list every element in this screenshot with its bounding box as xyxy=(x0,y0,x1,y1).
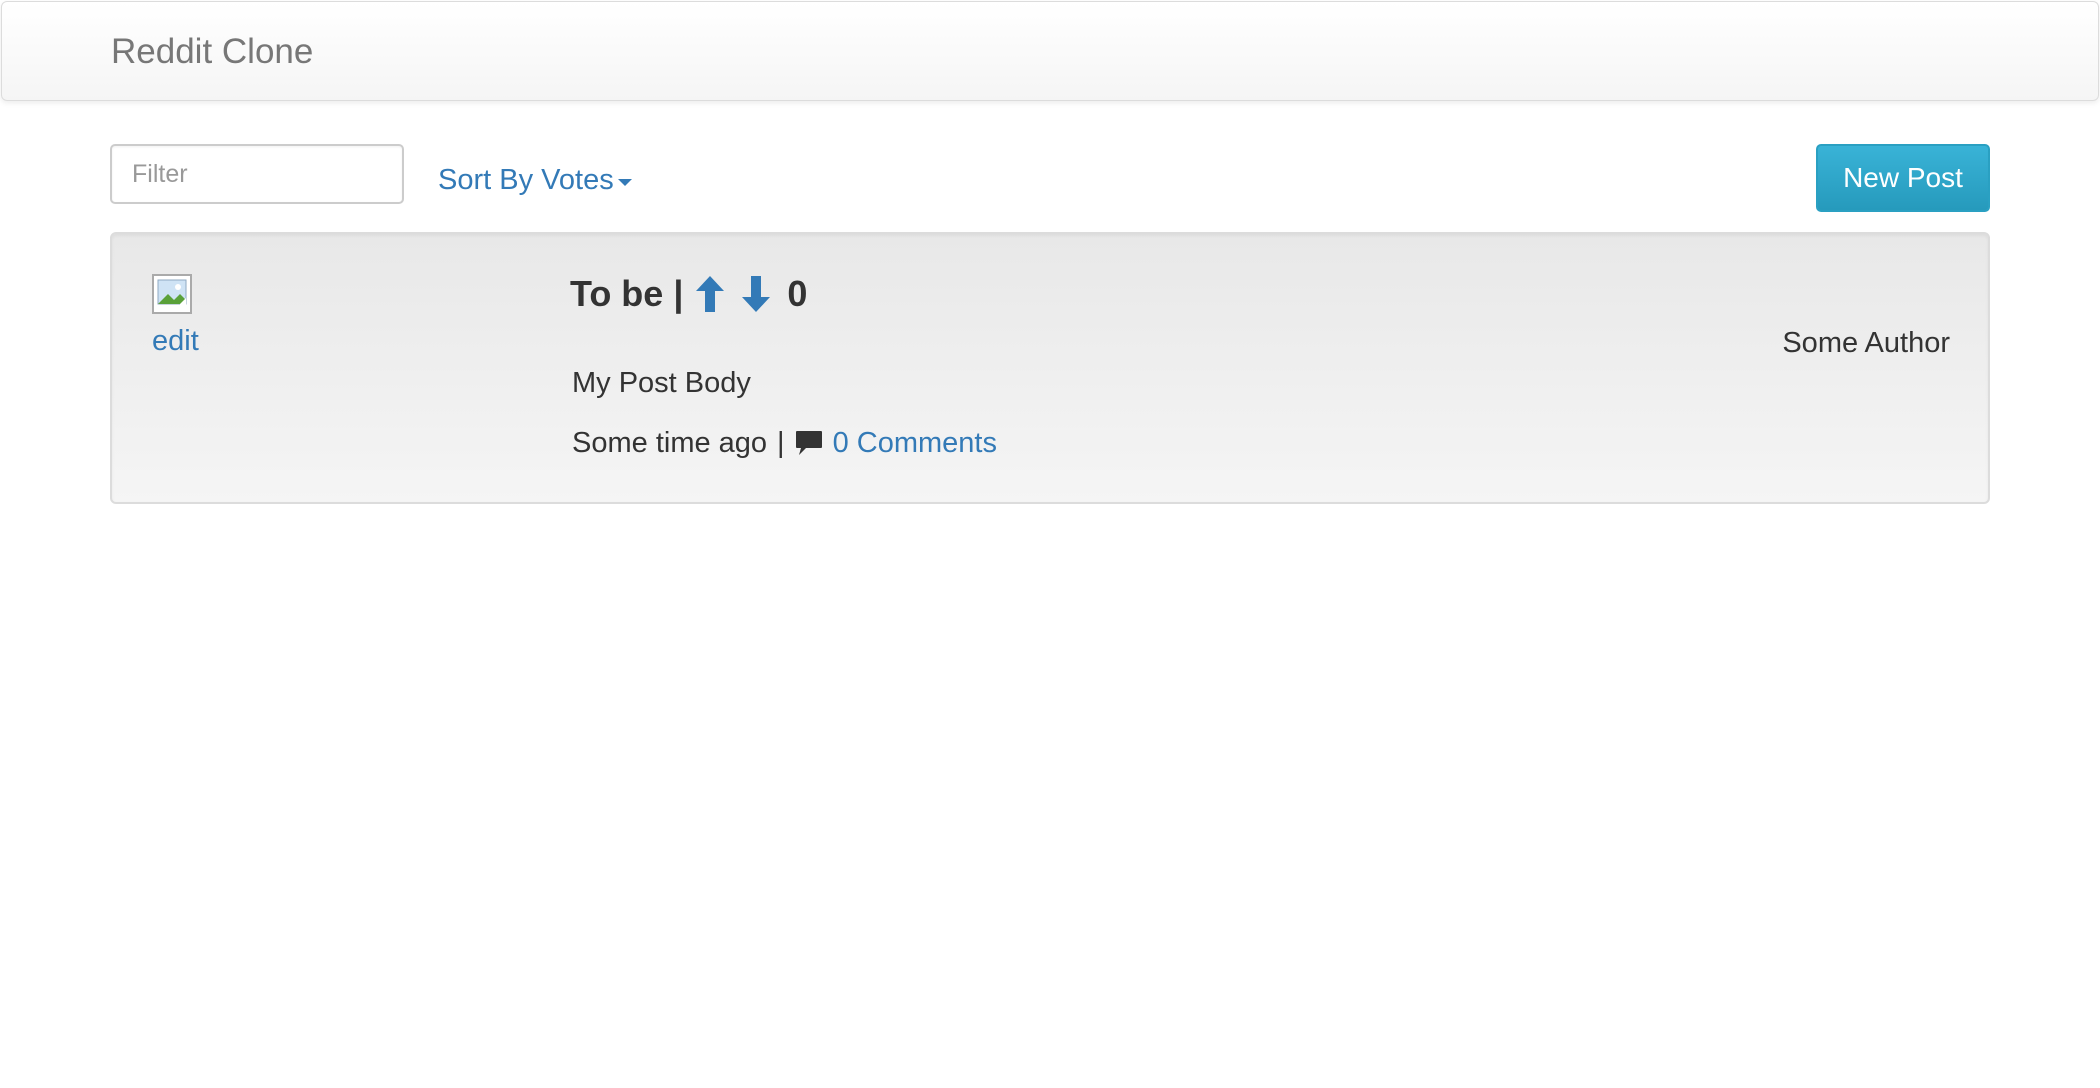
caret-down-icon xyxy=(617,178,632,186)
post-title-row: To be | 0 xyxy=(570,272,807,316)
comment-icon xyxy=(795,429,825,457)
post-time: Some time ago xyxy=(572,427,768,459)
edit-post-link[interactable]: edit xyxy=(152,324,199,358)
comments-link[interactable]: 0 Comments xyxy=(833,426,997,460)
arrow-up-icon[interactable] xyxy=(693,274,727,314)
sort-label: Sort By Votes xyxy=(438,164,614,196)
post-card: edit To be | 0 My Post Body Some time ag… xyxy=(110,232,1990,504)
post-author: Some Author xyxy=(1782,327,1950,359)
brand-link[interactable]: Reddit Clone xyxy=(111,32,313,72)
post-title: To be xyxy=(570,273,664,314)
vote-count: 0 xyxy=(787,273,808,314)
sort-dropdown-toggle[interactable]: Sort By Votes xyxy=(438,163,632,197)
post-meta: Some time ago | 0 Comments xyxy=(572,426,997,460)
top-navbar: Reddit Clone xyxy=(1,1,2099,101)
meta-separator: | xyxy=(777,427,785,459)
post-body: My Post Body xyxy=(572,367,751,399)
broken-image-icon[interactable] xyxy=(152,274,192,314)
filter-input[interactable] xyxy=(110,144,404,204)
new-post-button[interactable]: New Post xyxy=(1816,144,1990,212)
arrow-down-icon[interactable] xyxy=(739,274,773,314)
title-separator: | xyxy=(673,273,684,314)
